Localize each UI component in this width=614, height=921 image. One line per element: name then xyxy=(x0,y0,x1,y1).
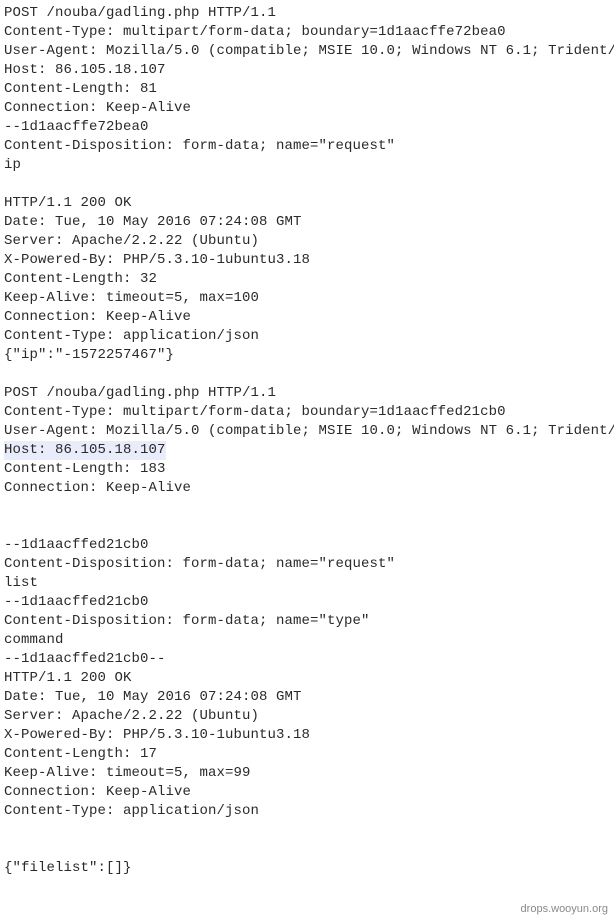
text-line: Content-Disposition: form-data; name="re… xyxy=(4,555,614,574)
text-line: Connection: Keep-Alive xyxy=(4,308,614,327)
text-line: Date: Tue, 10 May 2016 07:24:08 GMT xyxy=(4,213,614,232)
text-line: {"filelist":[]} xyxy=(4,859,614,878)
text-line: Content-Type: multipart/form-data; bound… xyxy=(4,403,614,422)
text-line: Content-Disposition: form-data; name="re… xyxy=(4,137,614,156)
text-line: --1d1aacffed21cb0 xyxy=(4,536,614,555)
text-line: --1d1aacffed21cb0 xyxy=(4,593,614,612)
text-line: Content-Length: 81 xyxy=(4,80,614,99)
blank-line xyxy=(4,365,614,384)
text-line: User-Agent: Mozilla/5.0 (compatible; MSI… xyxy=(4,422,614,441)
highlighted-span: Host: 86.105.18.107 xyxy=(4,441,166,460)
text-line: POST /nouba/gadling.php HTTP/1.1 xyxy=(4,384,614,403)
text-line: POST /nouba/gadling.php HTTP/1.1 xyxy=(4,4,614,23)
text-line: Date: Tue, 10 May 2016 07:24:08 GMT xyxy=(4,688,614,707)
text-line: {"ip":"-1572257467"} xyxy=(4,346,614,365)
text-line: Server: Apache/2.2.22 (Ubuntu) xyxy=(4,232,614,251)
text-line: list xyxy=(4,574,614,593)
text-line: Connection: Keep-Alive xyxy=(4,783,614,802)
text-line: User-Agent: Mozilla/5.0 (compatible; MSI… xyxy=(4,42,614,61)
blank-line xyxy=(4,517,614,536)
text-line: Content-Type: application/json xyxy=(4,802,614,821)
text-line: Content-Type: multipart/form-data; bound… xyxy=(4,23,614,42)
text-line: command xyxy=(4,631,614,650)
text-line: Keep-Alive: timeout=5, max=99 xyxy=(4,764,614,783)
text-line: Content-Length: 32 xyxy=(4,270,614,289)
text-line: HTTP/1.1 200 OK xyxy=(4,194,614,213)
text-line: Content-Length: 183 xyxy=(4,460,614,479)
text-line: Server: Apache/2.2.22 (Ubuntu) xyxy=(4,707,614,726)
watermark-text: drops.wooyun.org xyxy=(521,903,608,915)
blank-line xyxy=(4,821,614,840)
text-line: ip xyxy=(4,156,614,175)
blank-line xyxy=(4,840,614,859)
text-line: Content-Type: application/json xyxy=(4,327,614,346)
text-line: Connection: Keep-Alive xyxy=(4,99,614,118)
text-line: Host: 86.105.18.107 xyxy=(4,61,614,80)
text-line: X-Powered-By: PHP/5.3.10-1ubuntu3.18 xyxy=(4,726,614,745)
text-line: Content-Disposition: form-data; name="ty… xyxy=(4,612,614,631)
blank-line xyxy=(4,498,614,517)
text-line: --1d1aacffe72bea0 xyxy=(4,118,614,137)
text-line: X-Powered-By: PHP/5.3.10-1ubuntu3.18 xyxy=(4,251,614,270)
http-trace-document: POST /nouba/gadling.php HTTP/1.1 Content… xyxy=(0,0,614,921)
text-line-highlighted: Host: 86.105.18.107 xyxy=(4,441,614,460)
text-line: --1d1aacffed21cb0-- xyxy=(4,650,614,669)
text-line: HTTP/1.1 200 OK xyxy=(4,669,614,688)
text-line: Connection: Keep-Alive xyxy=(4,479,614,498)
blank-line xyxy=(4,175,614,194)
text-line: Content-Length: 17 xyxy=(4,745,614,764)
text-line: Keep-Alive: timeout=5, max=100 xyxy=(4,289,614,308)
